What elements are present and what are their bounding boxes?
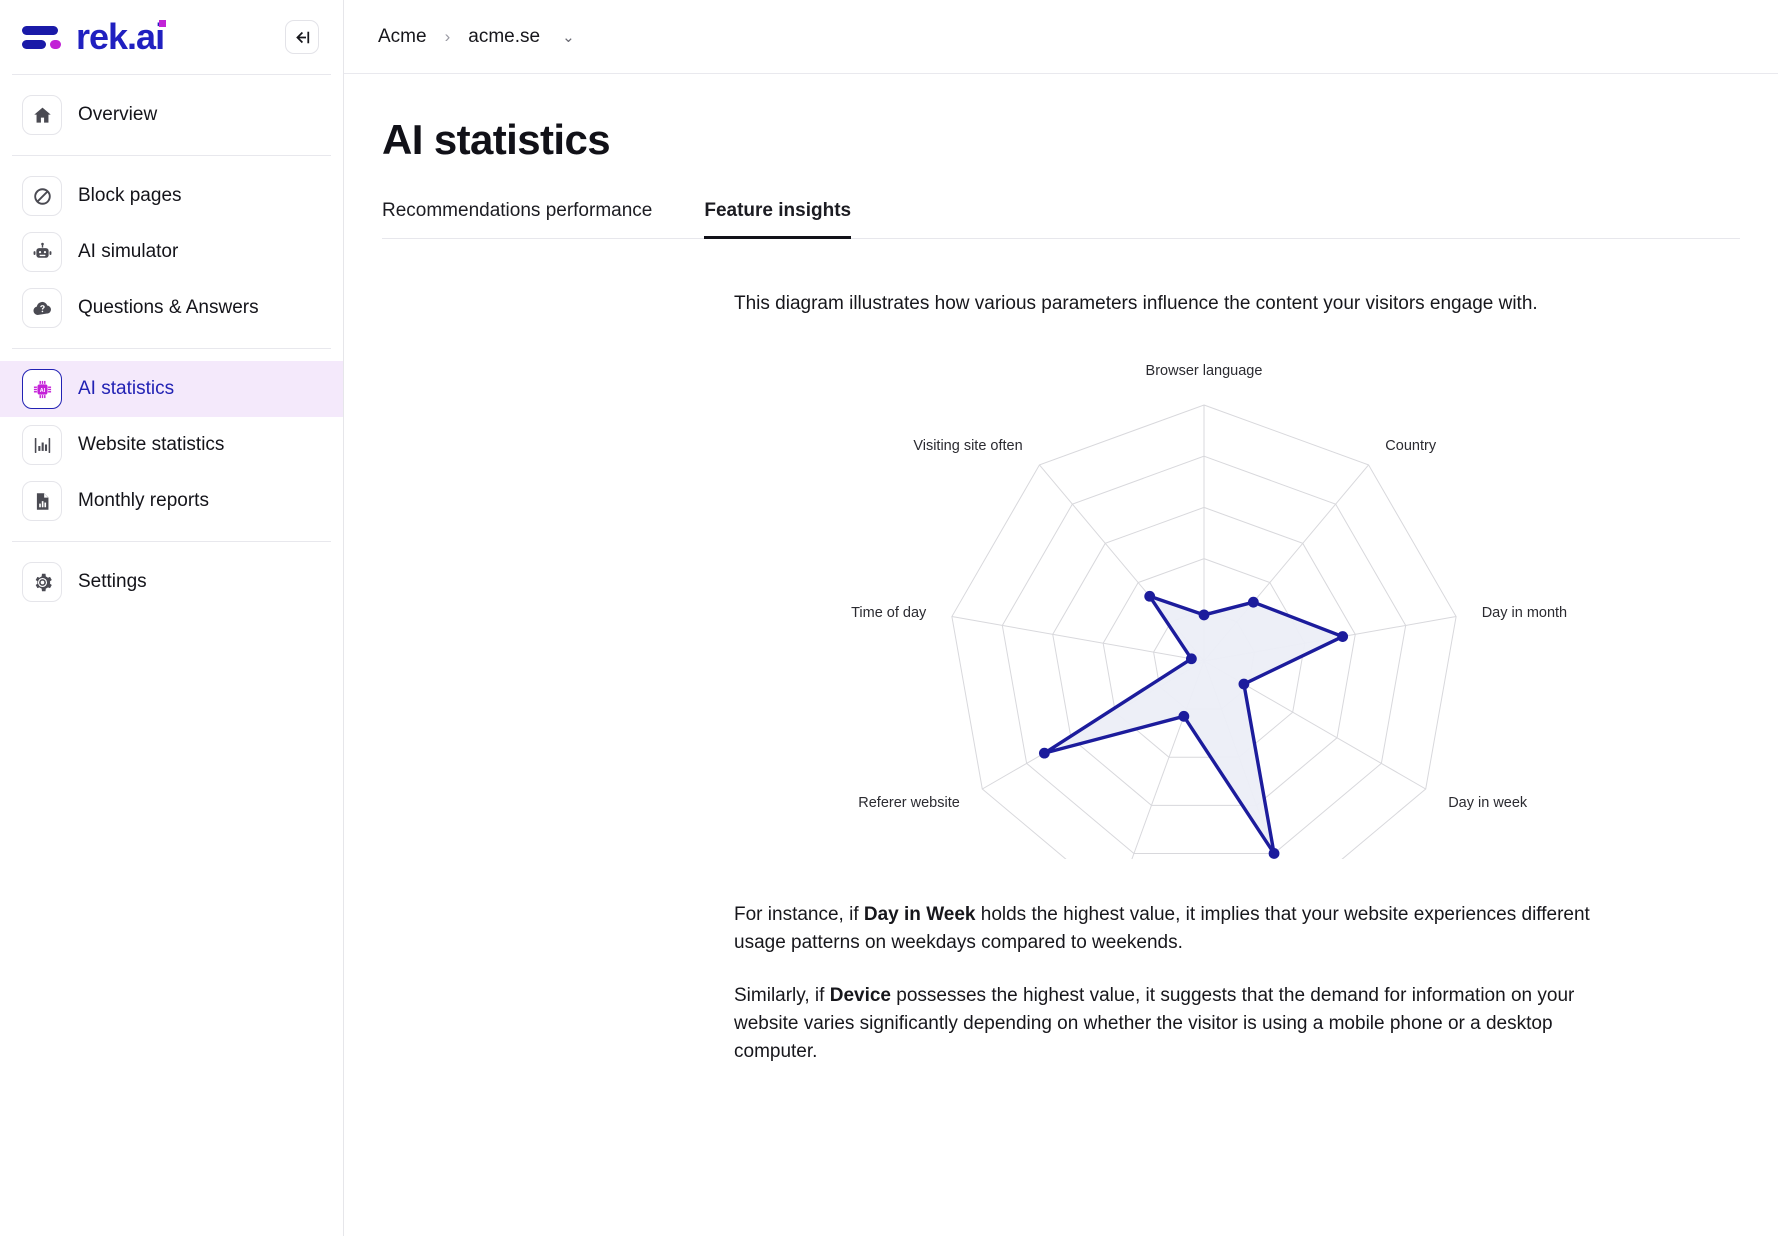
sidebar-item-block-pages[interactable]: Block pages (0, 168, 343, 224)
tab-bar: Recommendations performance Feature insi… (382, 200, 1740, 239)
para1-pre: For instance, if (734, 904, 864, 925)
topbar: Acme › acme.se ⌄ (344, 0, 1778, 74)
sidebar: rek.ai Overview (0, 0, 344, 1236)
sidebar-item-label: Website statistics (78, 434, 224, 456)
brand-row: rek.ai (0, 0, 343, 74)
robot-icon (32, 242, 53, 263)
sidebar-item-overview[interactable]: Overview (0, 87, 343, 143)
page-title: AI statistics (382, 116, 1740, 164)
brand-accent-dot (159, 20, 166, 27)
tab-feature-insights[interactable]: Feature insights (704, 200, 851, 239)
sidebar-item-ai-statistics[interactable]: AI AI statistics (0, 361, 343, 417)
block-icon-box (22, 176, 62, 216)
breadcrumb-current[interactable]: acme.se (468, 26, 540, 48)
app-root: rek.ai Overview (0, 0, 1778, 1236)
radar-chart-svg: Browser language Country Day in month Day i… (714, 339, 1594, 859)
feature-influence-radar-chart: Browser language Country Day in month Day i… (714, 339, 1594, 859)
sidebar-item-label: Questions & Answers (78, 297, 259, 319)
collapse-left-icon (292, 27, 313, 48)
bar-chart-icon-box (22, 425, 62, 465)
brand-name-text: rek.ai (76, 16, 164, 57)
radar-axis-label: Visiting site often (913, 438, 1022, 454)
sidebar-group-4: Settings (0, 542, 343, 622)
sidebar-item-settings[interactable]: Settings (0, 554, 343, 610)
gear-icon (32, 572, 53, 593)
sidebar-item-website-statistics[interactable]: Website statistics (0, 417, 343, 473)
breadcrumb: Acme › acme.se ⌄ (378, 26, 575, 48)
report-document-icon-box (22, 481, 62, 521)
para2-pre: Similarly, if (734, 985, 830, 1006)
sidebar-item-label: Block pages (78, 185, 182, 207)
sidebar-item-label: Monthly reports (78, 490, 209, 512)
radar-axis-label: Day in week (1448, 795, 1528, 811)
sidebar-item-questions-answers[interactable]: Questions & Answers (0, 280, 343, 336)
breadcrumb-separator-icon: › (445, 27, 451, 47)
sidebar-item-label: Settings (78, 571, 147, 593)
ai-chip-icon-box: AI (22, 369, 62, 409)
page-content: AI statistics Recommendations performanc… (344, 74, 1778, 1236)
robot-icon-box (22, 232, 62, 272)
breadcrumb-root[interactable]: Acme (378, 26, 427, 48)
home-icon-box (22, 95, 62, 135)
report-document-icon (32, 491, 53, 512)
sidebar-item-ai-simulator[interactable]: AI simulator (0, 224, 343, 280)
tab-recommendations-performance[interactable]: Recommendations performance (382, 200, 652, 239)
radar-axis-label: Time of day (851, 605, 927, 621)
feature-insights-panel: This diagram illustrates how various par… (382, 239, 1740, 1066)
brand-name: rek.ai (76, 19, 164, 55)
block-icon (32, 186, 53, 207)
radar-axis-label: Browser language (1146, 363, 1263, 379)
svg-text:AI: AI (39, 387, 45, 393)
explanation-paragraph-2: Similarly, if Device possesses the highe… (734, 982, 1614, 1065)
gear-icon-box (22, 562, 62, 602)
sidebar-item-label: AI statistics (78, 378, 174, 400)
chevron-down-icon[interactable]: ⌄ (558, 28, 575, 46)
ai-chip-icon: AI (32, 379, 53, 400)
sidebar-item-monthly-reports[interactable]: Monthly reports (0, 473, 343, 529)
sidebar-group-1: Overview (0, 75, 343, 155)
cloud-question-icon-box (22, 288, 62, 328)
bar-chart-icon (32, 435, 53, 456)
sidebar-item-label: AI simulator (78, 241, 178, 263)
rek-logo-mark (22, 22, 66, 52)
cloud-question-icon (32, 298, 53, 319)
home-icon (32, 105, 53, 126)
sidebar-group-2: Block pages AI simulator (0, 156, 343, 348)
radar-axis-label: Country (1385, 438, 1437, 454)
explanation-paragraph-1: For instance, if Day in Week holds the h… (734, 901, 1614, 956)
para2-bold: Device (830, 985, 891, 1006)
radar-axis-label: Day in month (1482, 605, 1567, 621)
sidebar-group-3: AI AI statistics Website statistics (0, 349, 343, 541)
diagram-description: This diagram illustrates how various par… (734, 293, 1740, 315)
para1-bold: Day in Week (864, 904, 976, 925)
main-region: Acme › acme.se ⌄ AI statistics Recommend… (344, 0, 1778, 1236)
sidebar-item-label: Overview (78, 104, 157, 126)
radar-axis-label: Referer website (858, 795, 960, 811)
collapse-sidebar-button[interactable] (285, 20, 319, 54)
